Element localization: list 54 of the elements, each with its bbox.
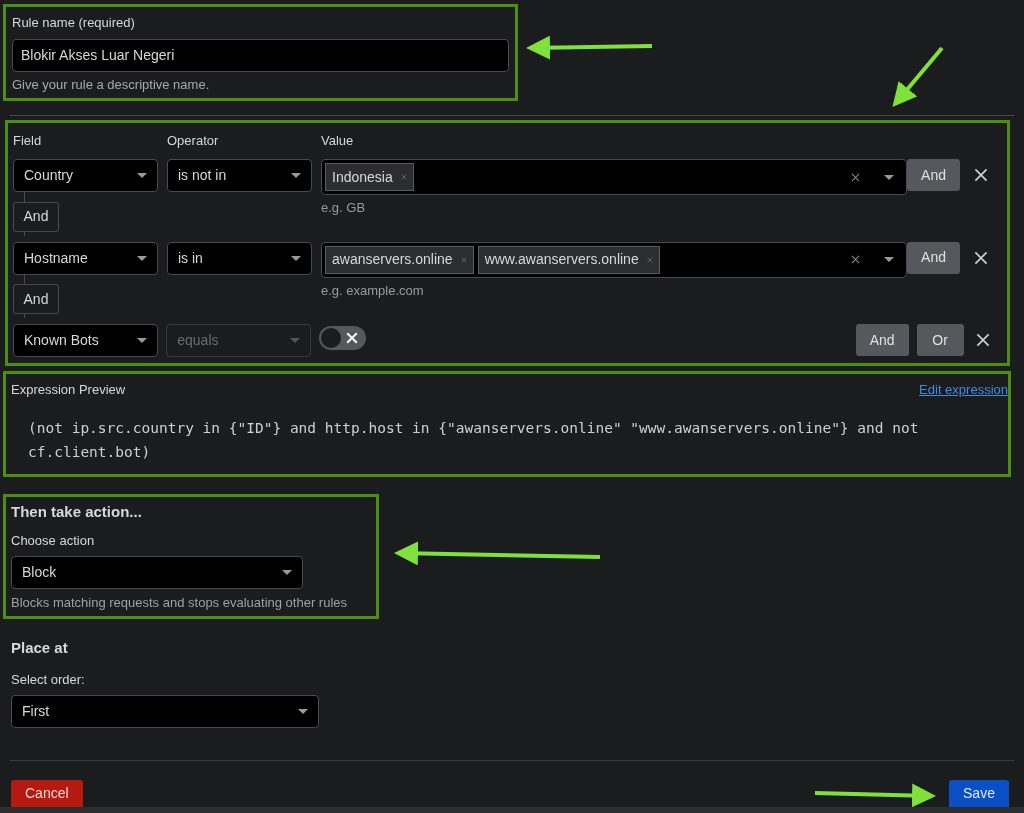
hint-text: e.g. example.com <box>321 281 425 300</box>
value-tag: awanservers.online <box>325 245 474 274</box>
value-tag: www.awanservers.online <box>477 245 660 274</box>
caret-icon <box>884 174 894 180</box>
select-field[interactable]: Country <box>13 159 158 192</box>
column-header: Operator <box>167 132 220 150</box>
select-field[interactable]: Hostname <box>13 241 158 275</box>
close-icon[interactable] <box>974 168 988 182</box>
hint-text: Give your rule a descriptive name. <box>12 75 211 94</box>
clear-icon[interactable] <box>851 172 860 182</box>
field-label: Choose action <box>11 532 96 550</box>
caret-icon <box>291 173 301 178</box>
field-label: Select order: <box>11 670 86 689</box>
connector-label: And <box>13 201 59 232</box>
hint-text: Blocks matching requests and stops evaluating other rules <box>11 593 349 612</box>
clear-icon[interactable] <box>851 255 860 264</box>
caret-icon <box>137 255 147 261</box>
select-field[interactable]: is not in <box>167 159 312 192</box>
caret-icon <box>884 257 894 262</box>
annotation-arrow <box>892 46 944 108</box>
cancel-button[interactable]: Cancel <box>11 780 83 807</box>
edit-expression-link[interactable]: Edit expression <box>919 380 1008 400</box>
logic-button[interactable]: And <box>855 324 909 356</box>
column-header: Field <box>13 132 43 150</box>
close-icon[interactable] <box>974 250 988 265</box>
logic-button[interactable]: Or <box>916 324 964 356</box>
caret-icon <box>291 255 301 261</box>
caret-icon <box>290 338 301 343</box>
section-heading: Place at <box>11 638 69 658</box>
hint-text: e.g. GB <box>321 199 367 217</box>
caret-icon <box>282 569 292 575</box>
logic-button[interactable]: And <box>907 159 960 191</box>
caret-icon <box>137 173 147 178</box>
select-field[interactable]: is in <box>167 241 312 275</box>
connector-label: And <box>13 284 59 314</box>
caret-icon <box>298 709 308 714</box>
close-icon[interactable] <box>975 333 990 347</box>
close-icon <box>346 332 359 344</box>
tag-input-field[interactable]: awanservers.online www.awanservers.online <box>321 241 907 278</box>
select-field[interactable]: First <box>11 695 319 728</box>
column-header: Value <box>321 132 354 150</box>
expression-code: (not ip.src.country in {"ID"} and http.host in {"awanservers.online" "www.awanservers.online"} and not cf.client.bot) <box>27 418 920 462</box>
caret-icon <box>137 338 147 343</box>
save-button[interactable]: Save <box>949 780 1009 807</box>
tag-input-field[interactable]: Indonesia <box>321 159 907 195</box>
toggle-switch[interactable] <box>319 326 367 350</box>
rule-name-field[interactable]: Blokir Akses Luar Negeri <box>12 38 509 72</box>
select-field[interactable]: Block <box>11 555 303 589</box>
field-label: Rule name (required) <box>12 14 136 32</box>
section-label: Expression Preview <box>11 381 126 399</box>
logic-button[interactable]: And <box>907 241 960 274</box>
select-field[interactable]: Known Bots <box>13 324 158 357</box>
value-tag: Indonesia <box>325 163 414 191</box>
section-heading: Then take action... <box>11 501 143 522</box>
